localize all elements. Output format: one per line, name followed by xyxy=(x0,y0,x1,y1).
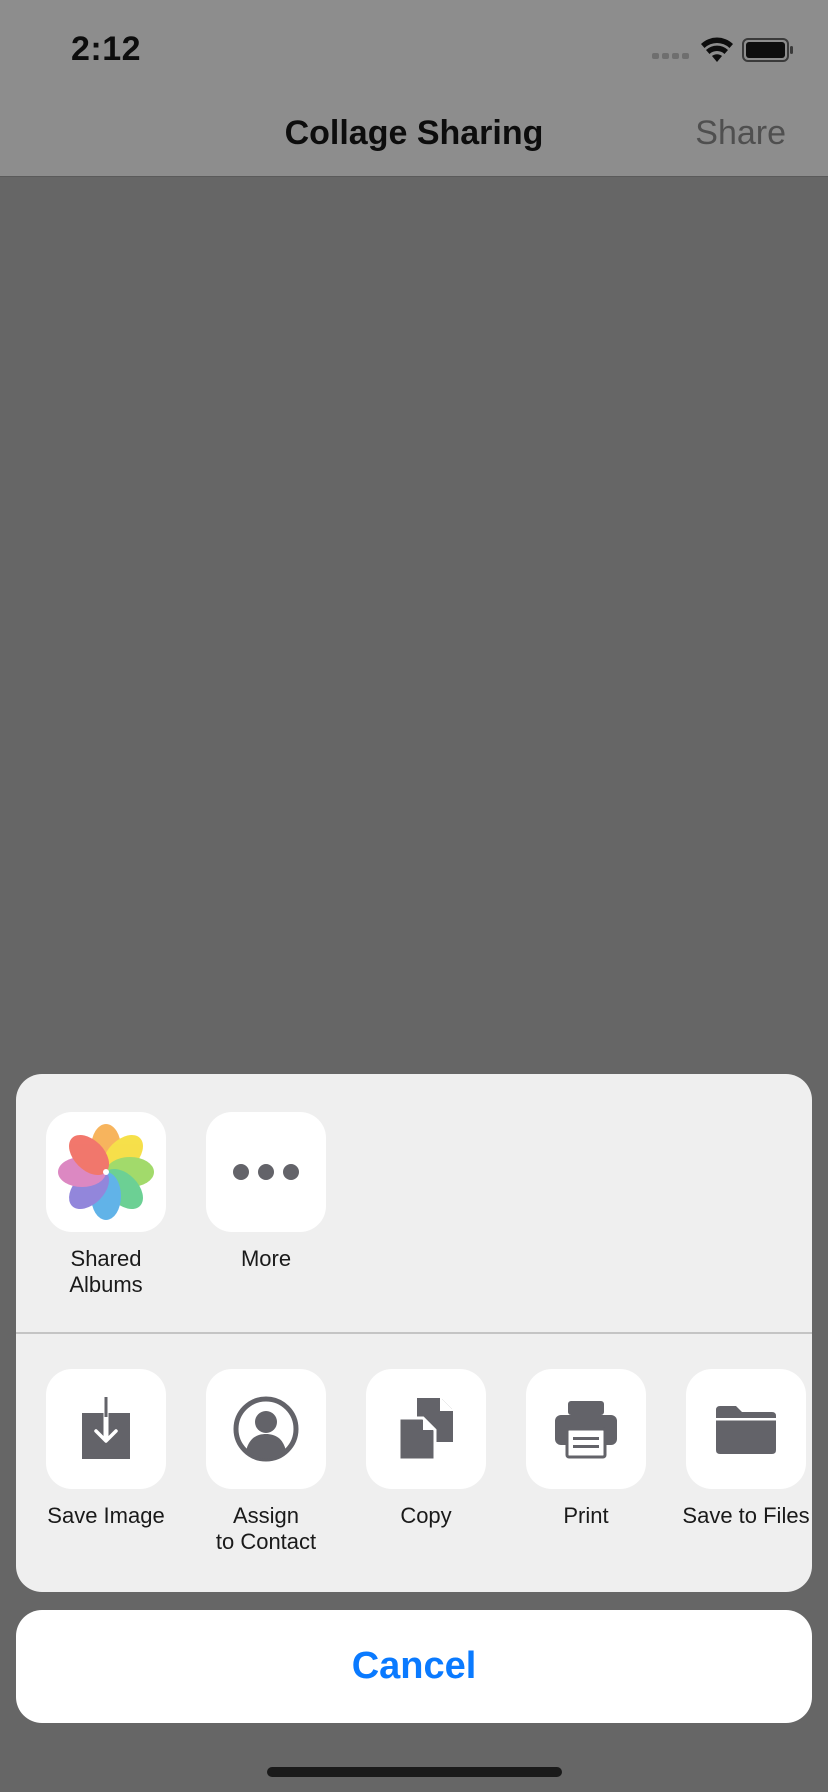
share-apps-row: Shared Albums More xyxy=(16,1074,812,1332)
action-label: Assign to Contact xyxy=(186,1503,346,1555)
cancel-label: Cancel xyxy=(351,1645,477,1687)
share-app-more[interactable]: More xyxy=(186,1112,346,1272)
share-button[interactable]: Share xyxy=(695,114,786,153)
action-save-image[interactable]: Save Image xyxy=(26,1369,186,1529)
home-indicator[interactable] xyxy=(267,1767,562,1777)
label-line-1: More xyxy=(240,1246,292,1271)
action-label: Save to Files xyxy=(666,1503,812,1529)
folder-icon xyxy=(686,1369,806,1489)
action-label: Print xyxy=(506,1503,666,1529)
label-line-1: Save to Files xyxy=(682,1503,810,1528)
label-line-1: Shared xyxy=(70,1246,142,1271)
photos-icon xyxy=(46,1112,166,1232)
action-assign-to-contact[interactable]: Assign to Contact xyxy=(186,1369,346,1555)
status-time: 2:12 xyxy=(71,30,142,68)
share-app-label: Shared Albums xyxy=(26,1246,186,1298)
label-line-1: Assign xyxy=(232,1503,300,1528)
more-icon xyxy=(206,1112,326,1232)
copy-icon xyxy=(366,1369,486,1489)
action-label: Save Image xyxy=(26,1503,186,1529)
share-sheet: Shared Albums More Save Image Assign to … xyxy=(16,1074,812,1592)
action-save-to-files[interactable]: Save to Files xyxy=(666,1369,812,1529)
status-bar: 2:12 xyxy=(0,0,828,100)
action-print[interactable]: Print xyxy=(506,1369,666,1529)
label-line-1: Copy xyxy=(400,1503,452,1528)
contact-icon xyxy=(206,1369,326,1489)
share-app-label: More xyxy=(186,1246,346,1272)
share-actions-row: Save Image Assign to Contact Copy Print … xyxy=(16,1334,812,1592)
cellular-signal-icon xyxy=(652,53,689,59)
cancel-button[interactable]: Cancel xyxy=(16,1610,812,1723)
label-line-1: Save Image xyxy=(47,1503,165,1528)
action-copy[interactable]: Copy xyxy=(346,1369,506,1529)
print-icon xyxy=(526,1369,646,1489)
wifi-icon xyxy=(701,37,733,62)
label-line-1: Print xyxy=(563,1503,609,1528)
label-line-2: Albums xyxy=(69,1272,143,1297)
battery-icon xyxy=(742,38,793,62)
label-line-2: to Contact xyxy=(215,1529,317,1554)
share-app-shared-albums[interactable]: Shared Albums xyxy=(26,1112,186,1298)
save-image-icon xyxy=(46,1369,166,1489)
action-label: Copy xyxy=(346,1503,506,1529)
navigation-bar: Collage Sharing Share xyxy=(0,100,828,177)
